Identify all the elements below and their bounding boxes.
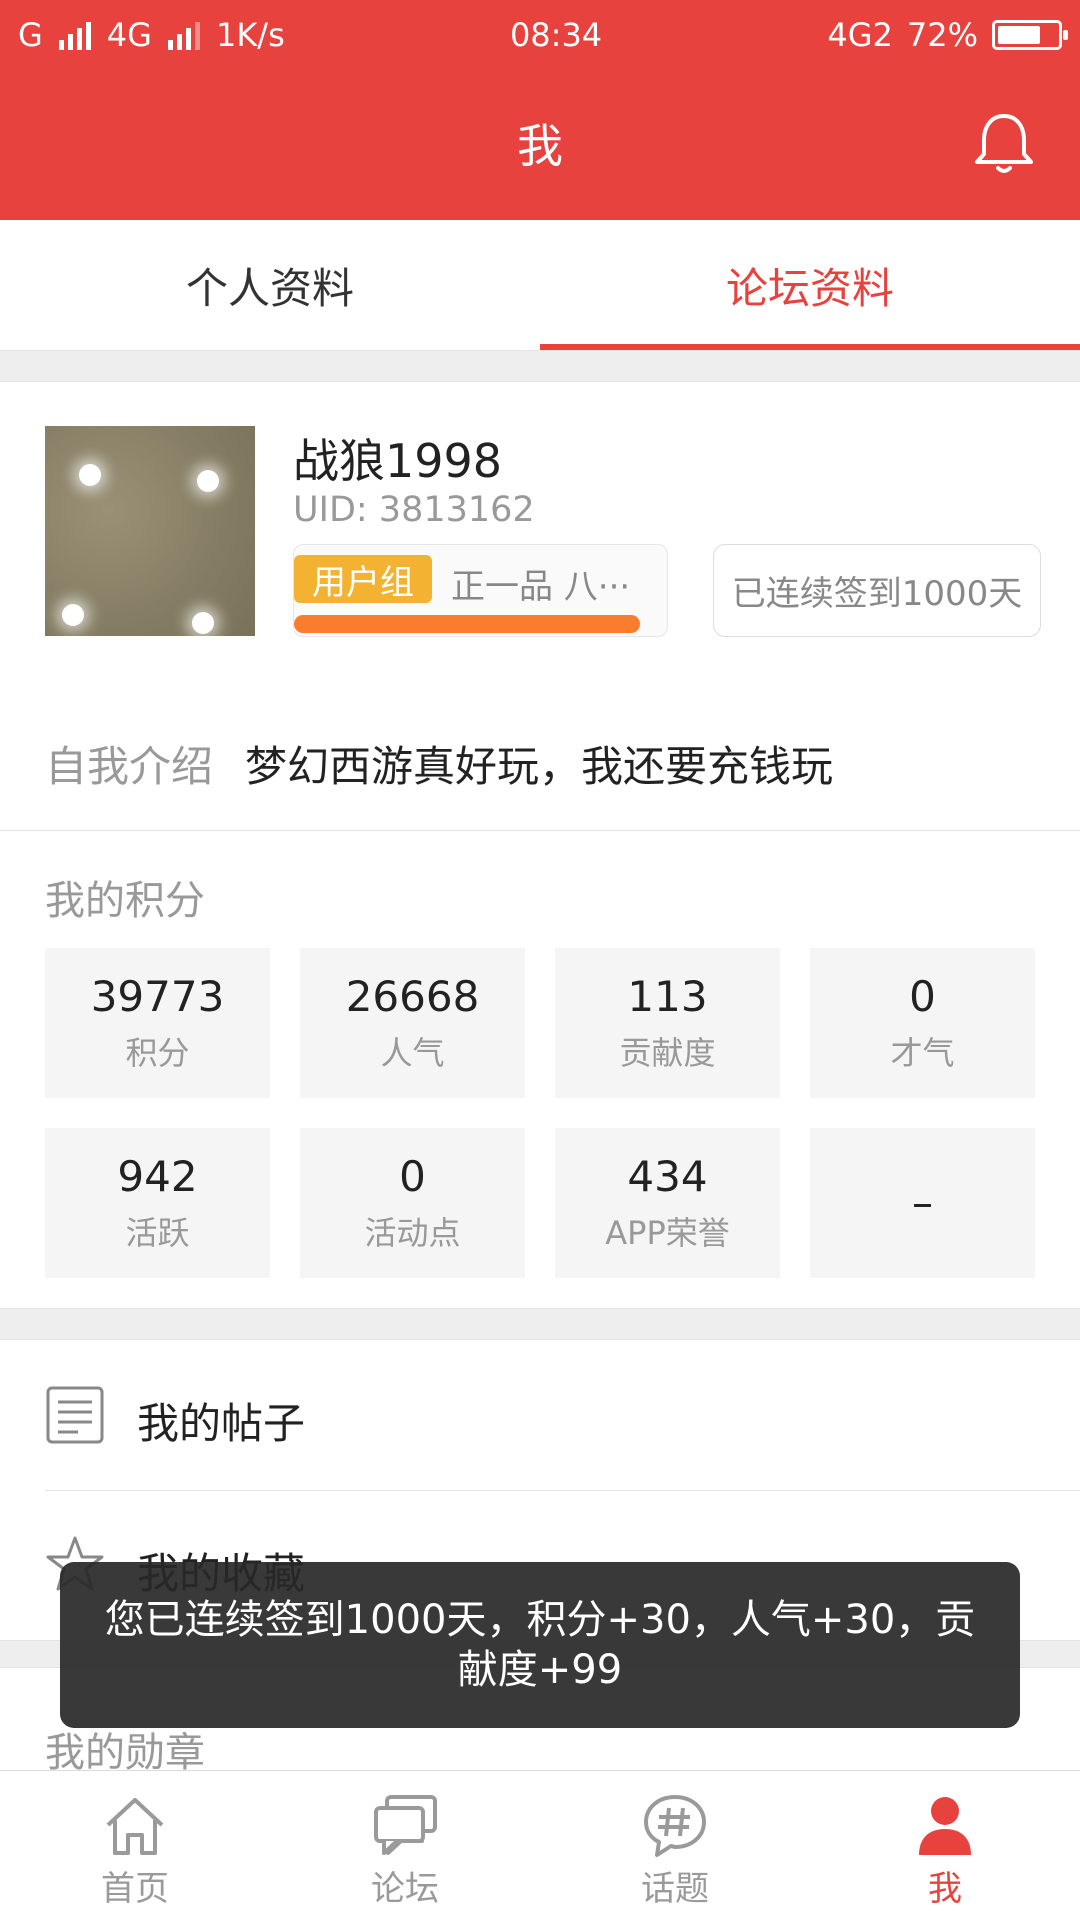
- intro-text: 梦幻西游真好玩，我还要充钱玩: [245, 742, 834, 791]
- points-stat-tile[interactable]: 39773 积分: [45, 948, 270, 1098]
- user-group-badge: 用户组: [294, 555, 432, 603]
- my-posts-item[interactable]: 我的帖子: [0, 1340, 1080, 1490]
- points-stat-tile[interactable]: 0 活动点: [300, 1128, 525, 1278]
- checkin-button[interactable]: 已连续签到1000天: [713, 544, 1041, 637]
- checkin-toast: 您已连续签到1000天，积分+30，人气+30，贡献度+99: [60, 1562, 1020, 1728]
- nav-topics-label: 话题: [641, 1869, 709, 1909]
- nav-topics[interactable]: 话题: [540, 1771, 810, 1920]
- points-stat-value: 0: [399, 1151, 426, 1201]
- nav-forum-label: 论坛: [371, 1869, 439, 1909]
- nav-me[interactable]: 我: [810, 1771, 1080, 1920]
- points-stat-label: 人气: [380, 1034, 445, 1073]
- app-header: 我: [0, 70, 1080, 220]
- section-divider-2: [0, 1308, 1080, 1340]
- carrier-label: G: [18, 16, 43, 54]
- page-title: 我: [517, 119, 563, 173]
- user-group-name: 正一品 八···: [451, 567, 631, 607]
- tab-forum-info[interactable]: 论坛资料: [540, 220, 1080, 350]
- battery-icon: [991, 20, 1068, 50]
- points-stat-tile[interactable]: 113 贡献度: [555, 948, 780, 1098]
- points-stat-label: 活跃: [125, 1214, 190, 1253]
- network-label: 4G: [106, 16, 152, 54]
- points-stat-label: APP荣誉: [605, 1214, 730, 1253]
- points-stat-label: 贡献度: [619, 1034, 716, 1073]
- document-icon: [46, 1386, 104, 1444]
- points-stat-label: 活动点: [364, 1214, 461, 1253]
- nav-home[interactable]: 首页: [0, 1771, 270, 1920]
- points-stat-tile[interactable]: 942 活跃: [45, 1128, 270, 1278]
- user-icon: [919, 1797, 971, 1855]
- points-stat-value: 39773: [90, 971, 225, 1021]
- status-bar: G 4G 1K/s 08:34 4G2 72%: [0, 0, 1080, 70]
- battery-fill: [997, 26, 1040, 44]
- points-stat-value: 0: [909, 971, 936, 1021]
- tab-personal-info[interactable]: 个人资料: [0, 220, 540, 350]
- hashtag-icon: [644, 1795, 706, 1857]
- battery-percent: 72%: [906, 16, 978, 54]
- user-group-progress: [294, 615, 640, 633]
- user-group-box[interactable]: 用户组 正一品 八···: [293, 544, 668, 637]
- points-stat-value: 26668: [345, 971, 480, 1021]
- signal-icon-2: [167, 20, 200, 50]
- home-icon: [106, 1798, 164, 1855]
- profile-tabs: 个人资料 论坛资料: [0, 220, 1080, 350]
- network-type-right: 4G2: [827, 16, 893, 54]
- points-stat-label: 积分: [125, 1034, 190, 1073]
- points-stat-label: 才气: [890, 1034, 955, 1073]
- points-stat-tile[interactable]: 0 才气: [810, 948, 1035, 1098]
- intro-label: 自我介绍: [45, 742, 214, 791]
- bell-icon[interactable]: [968, 108, 1040, 180]
- status-bar-left: G 4G 1K/s: [18, 16, 285, 54]
- status-bar-right: 4G2 72%: [827, 16, 1068, 54]
- points-stat-value: –: [912, 1177, 933, 1227]
- section-divider: [0, 350, 1080, 382]
- points-title: 我的积分: [45, 878, 205, 924]
- net-speed: 1K/s: [215, 16, 285, 54]
- points-stat-value: 434: [627, 1151, 708, 1201]
- points-stat-value: 942: [117, 1151, 198, 1201]
- points-stat-tile[interactable]: 434 APP荣誉: [555, 1128, 780, 1278]
- points-stat-value: 113: [627, 971, 708, 1021]
- status-time: 08:34: [509, 16, 603, 54]
- username: 战狼1998: [293, 434, 503, 488]
- divider: [0, 830, 1080, 831]
- points-stat-tile[interactable]: 26668 人气: [300, 948, 525, 1098]
- bottom-nav: 首页 论坛 话题 我: [0, 1770, 1080, 1920]
- signal-icon: [58, 20, 91, 50]
- user-uid: UID: 3813162: [293, 490, 535, 530]
- nav-home-label: 首页: [101, 1869, 169, 1909]
- nav-forum[interactable]: 论坛: [270, 1771, 540, 1920]
- avatar[interactable]: [45, 426, 255, 636]
- nav-me-label: 我: [928, 1869, 962, 1909]
- chat-icon: [374, 1795, 437, 1855]
- my-posts-label: 我的帖子: [137, 1399, 306, 1448]
- points-stat-tile[interactable]: –: [810, 1128, 1035, 1278]
